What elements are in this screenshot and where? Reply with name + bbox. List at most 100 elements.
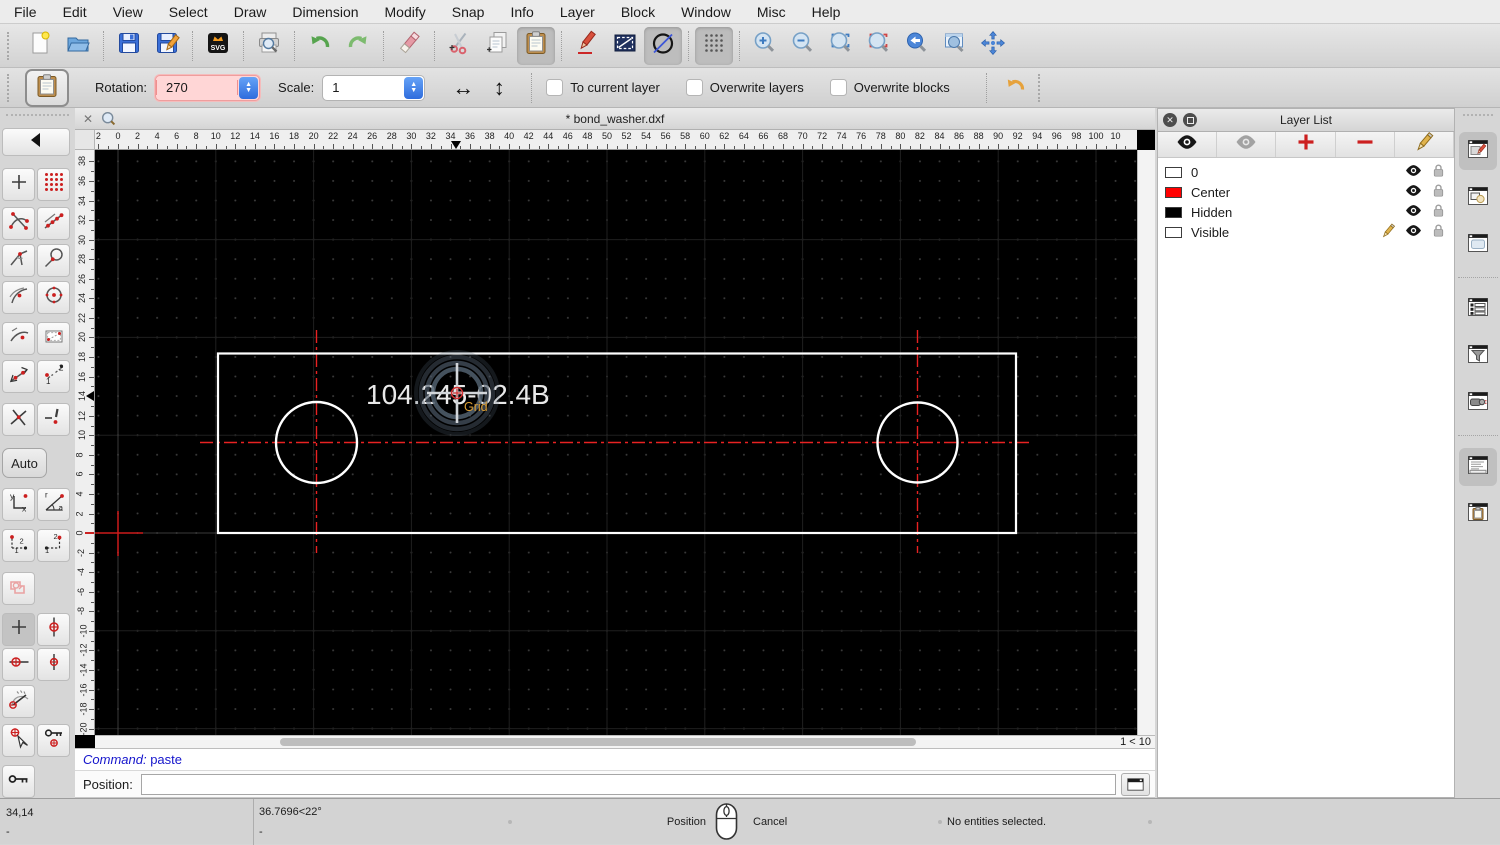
layer-lock-icon[interactable]	[1430, 162, 1447, 182]
snap-intersection-manual-button[interactable]	[37, 403, 70, 436]
layer-visibility-eye-icon[interactable]	[1404, 201, 1423, 223]
dock-entity-list-button[interactable]	[1459, 290, 1497, 328]
layer-row-hidden[interactable]: Hidden	[1158, 202, 1454, 222]
zoom-in-button[interactable]	[746, 27, 784, 65]
layer-visibility-eye-icon[interactable]	[1404, 181, 1423, 203]
open-button[interactable]	[59, 27, 97, 65]
export-svg-button[interactable]: SVG	[199, 27, 237, 65]
snap-center-button[interactable]	[37, 281, 70, 314]
toolbar-drag-handle[interactable]	[1038, 74, 1045, 102]
horizontal-scrollbar[interactable]	[95, 735, 1110, 748]
menu-snap[interactable]: Snap	[452, 4, 485, 20]
back-button[interactable]	[2, 128, 70, 156]
hide-all-layers-button[interactable]	[1217, 132, 1276, 157]
undo-paste-button[interactable]	[997, 69, 1035, 107]
layer-color-swatch[interactable]	[1165, 187, 1182, 198]
snap-distance-points-button[interactable]: 12	[37, 360, 70, 393]
layer-row-center[interactable]: Center	[1158, 182, 1454, 202]
layer-color-swatch[interactable]	[1165, 207, 1182, 218]
show-all-layers-button[interactable]	[1158, 132, 1217, 157]
menu-modify[interactable]: Modify	[385, 4, 426, 20]
menu-dimension[interactable]: Dimension	[292, 4, 358, 20]
vertical-scrollbar[interactable]	[1137, 150, 1155, 735]
set-relative-zero-button[interactable]	[37, 613, 70, 646]
menu-layer[interactable]: Layer	[560, 4, 595, 20]
command-window-toggle-button[interactable]	[1121, 773, 1150, 796]
relative-polar-button[interactable]: 12	[37, 529, 70, 562]
position-input[interactable]	[141, 774, 1116, 795]
checkbox-icon[interactable]	[686, 79, 703, 96]
coordinate-cartesian-button[interactable]: yx	[2, 488, 35, 521]
layer-color-swatch[interactable]	[1165, 167, 1182, 178]
layer-row-0[interactable]: 0	[1158, 162, 1454, 182]
remove-layer-button[interactable]	[1336, 132, 1395, 157]
snap-restrict-button[interactable]	[37, 322, 70, 355]
zoom-selection-button[interactable]	[860, 27, 898, 65]
menu-view[interactable]: View	[113, 4, 143, 20]
overwrite-blocks-checkbox[interactable]: Overwrite blocks	[830, 79, 950, 96]
menu-edit[interactable]: Edit	[63, 4, 87, 20]
zoom-pan-button[interactable]	[974, 27, 1012, 65]
copy-button[interactable]	[479, 27, 517, 65]
checkbox-icon[interactable]	[546, 79, 563, 96]
dock-media-button[interactable]	[1459, 384, 1497, 422]
snap-middle-button[interactable]	[2, 281, 35, 314]
snap-distance-button[interactable]	[2, 322, 35, 355]
print-preview-button[interactable]	[250, 27, 288, 65]
attributes-pen-button[interactable]	[568, 27, 606, 65]
toolbar-drag-handle[interactable]	[7, 74, 14, 102]
toolbar-drag-handle[interactable]	[7, 32, 14, 60]
relzero-left-button[interactable]	[2, 648, 35, 681]
layer-row-visible[interactable]: Visible	[1158, 222, 1454, 242]
menu-help[interactable]: Help	[812, 4, 841, 20]
cut-button[interactable]	[441, 27, 479, 65]
restrict-orthogonal-button[interactable]	[2, 360, 35, 393]
zoom-auto-button[interactable]	[822, 27, 860, 65]
flip-horizontal-button[interactable]: ↔	[445, 71, 481, 105]
delete-button[interactable]	[390, 27, 428, 65]
relative-cartesian-button[interactable]: 12	[2, 529, 35, 562]
checkbox-icon[interactable]	[830, 79, 847, 96]
spinner-arrows-icon[interactable]: ▲▼	[404, 77, 423, 99]
snap-free-button[interactable]	[2, 168, 35, 201]
grid-toggle-button[interactable]	[695, 27, 733, 65]
menu-window[interactable]: Window	[681, 4, 731, 20]
snap-auto-button[interactable]: Auto	[2, 448, 47, 478]
new-button[interactable]	[21, 27, 59, 65]
command-line[interactable]: Command: paste	[75, 748, 1155, 771]
rotation-spinbox[interactable]: 270 ▲▼	[155, 75, 260, 101]
save-button[interactable]	[110, 27, 148, 65]
redo-button[interactable]	[339, 27, 377, 65]
snap-grid-button[interactable]	[37, 168, 70, 201]
relzero-free-button[interactable]	[2, 613, 35, 646]
snap-intersection-button[interactable]	[2, 403, 35, 436]
menu-block[interactable]: Block	[621, 4, 655, 20]
selection-attributes-button[interactable]	[606, 27, 644, 65]
layer-lock-icon[interactable]	[1430, 222, 1447, 242]
angle-snap-button[interactable]	[2, 685, 35, 718]
flip-vertical-button[interactable]: ↕	[481, 71, 517, 105]
menu-info[interactable]: Info	[510, 4, 533, 20]
dock-filter-button[interactable]	[1459, 337, 1497, 375]
drawing-window-titlebar[interactable]: ✕ * bond_washer.dxf	[75, 108, 1155, 130]
add-layer-button[interactable]	[1276, 132, 1335, 157]
rotation-value[interactable]: 270	[156, 80, 238, 95]
save-as-button[interactable]	[148, 27, 186, 65]
pick-relative-zero-button[interactable]	[2, 724, 35, 757]
menu-misc[interactable]: Misc	[757, 4, 786, 20]
zoom-out-button[interactable]	[784, 27, 822, 65]
menu-draw[interactable]: Draw	[234, 4, 267, 20]
scrollbar-thumb[interactable]	[280, 738, 916, 746]
dock-block-list-button[interactable]	[1459, 179, 1497, 217]
undo-button[interactable]	[301, 27, 339, 65]
overwrite-layers-checkbox[interactable]: Overwrite layers	[686, 79, 804, 96]
snap-tangent-button[interactable]	[37, 244, 70, 277]
dock-command-widget-button[interactable]	[1459, 448, 1497, 486]
layer-list-titlebar[interactable]: ✕ Layer List	[1158, 109, 1454, 132]
zoom-previous-button[interactable]	[898, 27, 936, 65]
layer-color-swatch[interactable]	[1165, 227, 1182, 238]
dock-library-browser-button[interactable]	[1459, 226, 1497, 264]
spinner-arrows-icon[interactable]: ▲▼	[239, 77, 258, 99]
layer-visibility-eye-icon[interactable]	[1404, 221, 1423, 243]
draw-order-button[interactable]	[2, 572, 35, 605]
